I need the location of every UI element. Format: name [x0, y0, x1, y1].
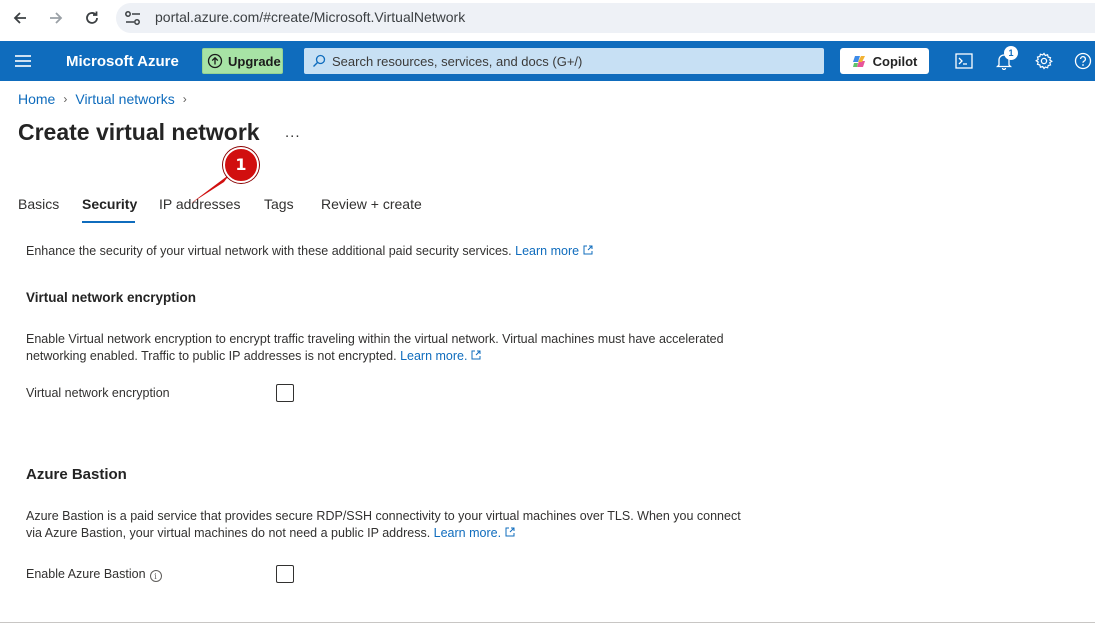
- security-learn-more-label: Learn more: [515, 244, 580, 258]
- encryption-learn-more-label: Learn more.: [400, 349, 468, 363]
- upgrade-button[interactable]: Upgrade: [202, 48, 283, 74]
- help-button[interactable]: [1073, 51, 1093, 71]
- encryption-field-label: Virtual network encryption: [26, 386, 170, 400]
- active-tab-indicator: [82, 221, 135, 223]
- external-link-icon: [471, 350, 481, 360]
- encryption-description-line2-wrap: networking enabled. Traffic to public IP…: [26, 348, 786, 365]
- tab-basics[interactable]: Basics: [18, 196, 59, 212]
- tab-review-create[interactable]: Review + create: [321, 196, 422, 212]
- breadcrumb: Home › Virtual networks ›: [18, 91, 195, 107]
- bastion-learn-more-label: Learn more.: [433, 526, 502, 540]
- copilot-icon: [852, 55, 865, 67]
- security-intro: Enhance the security of your virtual net…: [26, 243, 593, 260]
- security-intro-text: Enhance the security of your virtual net…: [26, 244, 512, 258]
- chevron-right-icon: ›: [182, 92, 187, 106]
- arrow-left-icon: [13, 12, 26, 24]
- page-title: Create virtual network: [18, 119, 260, 145]
- copilot-label: Copilot: [872, 53, 918, 69]
- breadcrumb-virtual-networks[interactable]: Virtual networks: [75, 91, 174, 107]
- cloud-shell-button[interactable]: [954, 51, 974, 71]
- bastion-checkbox[interactable]: [276, 565, 294, 583]
- tab-tags[interactable]: Tags: [264, 196, 294, 212]
- encryption-learn-more-link[interactable]: Learn more.: [400, 349, 481, 363]
- help-icon: [1074, 52, 1092, 70]
- chevron-right-icon: ›: [63, 92, 68, 106]
- back-button[interactable]: [7, 6, 33, 30]
- hamburger-menu-icon[interactable]: [14, 53, 32, 69]
- external-link-icon: [583, 245, 593, 255]
- search-input[interactable]: [332, 48, 812, 74]
- bastion-description-line2: via Azure Bastion, your virtual machines…: [26, 526, 431, 540]
- bastion-field: Enable Azure Bastion i: [26, 566, 162, 583]
- terminal-icon: [955, 53, 973, 69]
- reload-icon: [86, 11, 98, 24]
- url-text: portal.azure.com/#create/Microsoft.Virtu…: [155, 9, 466, 25]
- annotation-step-badge: 1: [223, 147, 259, 183]
- reload-button[interactable]: [79, 6, 105, 30]
- bastion-learn-more-link[interactable]: Learn more.: [434, 526, 515, 540]
- encryption-description-line1: Enable Virtual network encryption to enc…: [26, 332, 724, 346]
- copilot-button[interactable]: Copilot: [840, 48, 929, 74]
- portal-brand[interactable]: Microsoft Azure: [66, 53, 179, 70]
- upgrade-label: Upgrade: [228, 53, 281, 69]
- gear-icon: [1035, 52, 1053, 70]
- global-search[interactable]: [304, 48, 824, 74]
- external-link-icon: [505, 527, 515, 537]
- encryption-description: Enable Virtual network encryption to enc…: [26, 331, 786, 365]
- bastion-field-label: Enable Azure Bastion: [26, 567, 146, 581]
- bastion-description: Azure Bastion is a paid service that pro…: [26, 508, 786, 542]
- security-learn-more-link[interactable]: Learn more: [515, 244, 593, 258]
- encryption-description-line2: networking enabled. Traffic to public IP…: [26, 349, 397, 363]
- address-bar[interactable]: portal.azure.com/#create/Microsoft.Virtu…: [116, 3, 1095, 33]
- bastion-heading: Azure Bastion: [26, 466, 127, 483]
- encryption-heading: Virtual network encryption: [26, 290, 197, 305]
- settings-button[interactable]: [1034, 51, 1054, 71]
- site-settings-icon[interactable]: [124, 10, 142, 26]
- footer-divider: [0, 622, 1095, 623]
- bastion-description-line2-wrap: via Azure Bastion, your virtual machines…: [26, 525, 786, 542]
- forward-button[interactable]: [43, 6, 69, 30]
- info-icon[interactable]: i: [149, 570, 162, 582]
- azure-top-bar: Microsoft Azure Upgrade Copilot: [0, 41, 1095, 81]
- browser-toolbar: portal.azure.com/#create/Microsoft.Virtu…: [0, 0, 1095, 41]
- notification-count-badge: 1: [1004, 46, 1018, 60]
- arrow-right-icon: [50, 12, 63, 24]
- upgrade-arrow-icon: [207, 53, 223, 69]
- search-icon: [313, 54, 326, 67]
- more-options-button[interactable]: ...: [285, 124, 301, 141]
- breadcrumb-home[interactable]: Home: [18, 91, 55, 107]
- bastion-description-line1: Azure Bastion is a paid service that pro…: [26, 509, 741, 523]
- encryption-checkbox[interactable]: [276, 384, 294, 402]
- tab-security[interactable]: Security: [82, 196, 137, 212]
